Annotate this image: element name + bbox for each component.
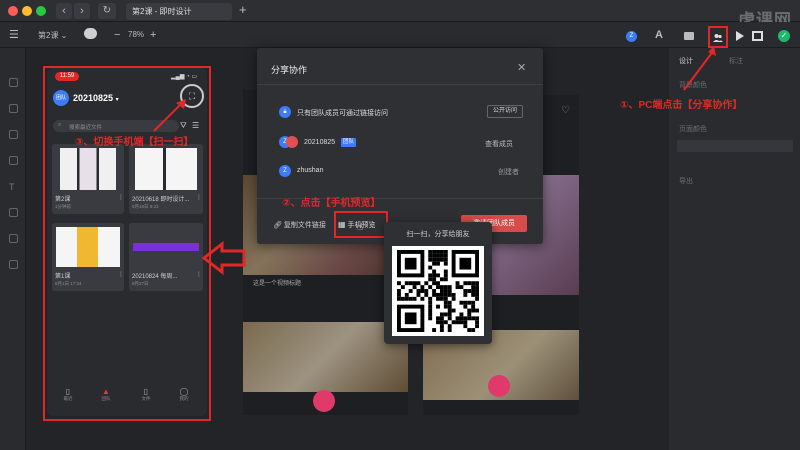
new-tab-button[interactable]: + <box>239 2 247 17</box>
zoom-in-button[interactable]: + <box>150 29 156 41</box>
link-icon: 🔗︎ <box>273 222 284 229</box>
maximize-window-button[interactable] <box>36 6 46 16</box>
frame-tool-icon[interactable] <box>9 104 18 113</box>
public-access-button[interactable]: 公开访问 <box>487 105 523 118</box>
minimize-window-button[interactable] <box>22 6 32 16</box>
color-field[interactable] <box>677 140 793 152</box>
comment-icon[interactable] <box>84 28 97 39</box>
annotation-step3: ③、切换手机端【扫一扫】 <box>75 137 194 148</box>
access-text: 只有团队成员可通过链接访问 <box>297 110 388 117</box>
team-avatar-2 <box>286 136 298 148</box>
back-arrow-icon[interactable]: ‹ <box>56 3 72 19</box>
zoom-level[interactable]: 78% <box>128 30 144 39</box>
tab-annotate[interactable]: 标注 <box>729 56 743 66</box>
mock-video-title: 这是一个视频标题 <box>253 281 302 287</box>
shape-tool-icon[interactable] <box>9 130 18 139</box>
layout-icon[interactable] <box>752 31 763 41</box>
crop-tool-icon[interactable] <box>9 234 18 243</box>
annotation-step2: ②、点击【手机预览】 <box>282 198 381 209</box>
team-name: 20210825 <box>304 139 336 146</box>
arrow-annotation-3 <box>153 99 186 132</box>
user-name: zhushan <box>297 167 324 174</box>
lock-icon: 🔒︎ <box>279 106 291 118</box>
qr-code <box>392 246 484 336</box>
view-members-link[interactable]: 查看成员 <box>485 139 513 149</box>
annotation-step1: ①、PC端点击【分享协作】 <box>620 100 743 111</box>
briefcase-icon[interactable] <box>684 32 694 40</box>
forward-arrow-icon[interactable]: › <box>74 3 90 19</box>
divider <box>257 84 543 85</box>
pen-tool-icon[interactable] <box>9 156 18 165</box>
qr-code-icon: ▦ <box>338 220 346 229</box>
share-collab-button[interactable] <box>713 30 723 42</box>
heart-icon: ♡ <box>561 105 570 116</box>
arrow-annotation-1 <box>683 46 716 91</box>
copy-link-button[interactable]: 🔗︎ 复制文件链接 <box>273 220 326 230</box>
text-style-icon[interactable]: A <box>655 29 663 41</box>
qr-popup: 扫一扫，分享给朋友 <box>384 222 492 344</box>
export-label: 导出 <box>679 178 693 185</box>
project-dropdown[interactable]: 第2课 ⌄ <box>38 30 67 41</box>
mock-fab-button <box>313 390 335 412</box>
move-tool-icon[interactable] <box>9 78 18 87</box>
arrow-annotation-big <box>201 240 246 276</box>
user-avatar[interactable]: Z <box>626 31 637 42</box>
mock-fab-button-2 <box>488 375 510 397</box>
copy-link-label: 复制文件链接 <box>283 222 326 229</box>
team-badge: 团队 <box>341 138 357 147</box>
menu-icon[interactable]: ☰ <box>9 29 19 41</box>
refresh-icon[interactable]: ↻ <box>98 3 116 19</box>
page-color-label: 页面颜色 <box>679 126 707 133</box>
users-icon <box>713 34 723 42</box>
user-role: 创建者 <box>498 169 519 176</box>
tab-current-file[interactable]: 第2课 - 即时设计 <box>126 3 232 20</box>
window-titlebar: ‹ › ↻ 第2课 - 即时设计 + 虎课网 <box>0 0 800 30</box>
user-avatar: Z <box>279 165 291 177</box>
play-icon[interactable] <box>736 31 744 41</box>
cursor-icon: ☝ <box>357 222 364 233</box>
close-window-button[interactable] <box>8 6 18 16</box>
image-tool-icon[interactable] <box>9 208 18 217</box>
qr-caption: 扫一扫，分享给朋友 <box>406 231 470 238</box>
slice-tool-icon[interactable] <box>9 260 18 269</box>
zoom-out-button[interactable]: − <box>114 29 120 41</box>
tool-strip: T <box>0 48 26 450</box>
text-tool-icon[interactable]: T <box>9 182 15 192</box>
close-icon[interactable]: ✕ <box>517 61 526 74</box>
tab-title: 第2课 - 即时设计 <box>132 7 192 16</box>
check-icon[interactable]: ✓ <box>778 30 790 42</box>
share-dialog: 分享协作 ✕ 🔒︎ 只有团队成员可通过链接访问 公开访问 Z 20210825 … <box>257 48 543 244</box>
qr-code-image <box>397 250 479 332</box>
dialog-title: 分享协作 <box>271 65 308 75</box>
